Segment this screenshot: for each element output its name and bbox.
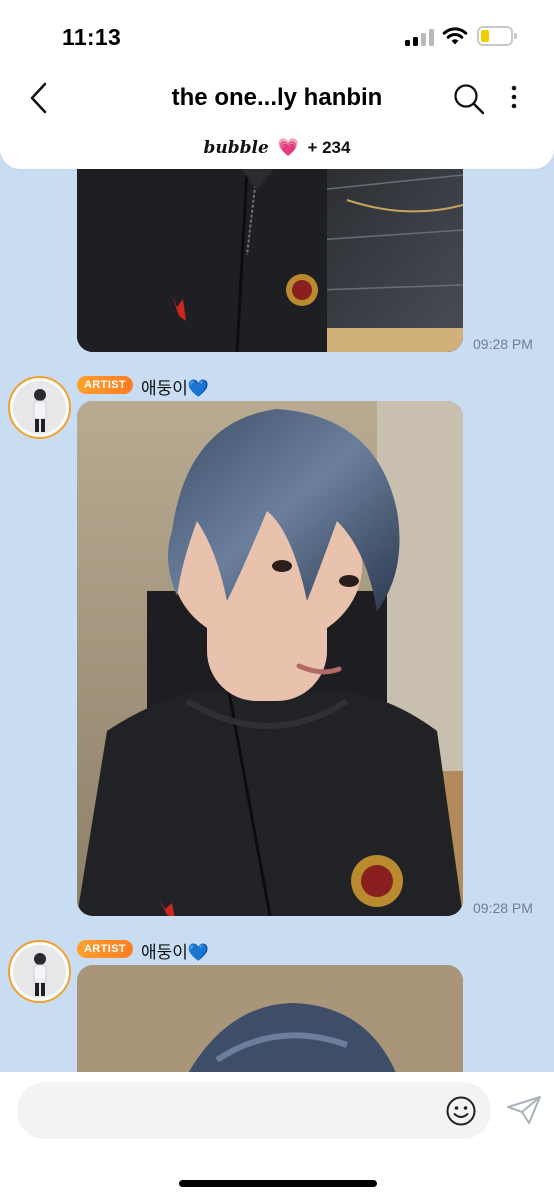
blue-heart-icon: 💙 <box>187 943 210 962</box>
blue-heart-icon: 💙 <box>187 379 210 398</box>
bubble-logo: bubble <box>203 138 269 158</box>
search-button[interactable] <box>452 82 486 116</box>
photo-image <box>77 150 463 352</box>
home-indicator <box>179 1180 377 1187</box>
status-bar: 11:13 <box>0 0 554 70</box>
more-vertical-icon <box>511 85 517 109</box>
emoji-icon <box>446 1096 476 1126</box>
chat-header: the one...ly hanbin bubble 💗 + 234 <box>0 70 554 169</box>
subscriber-count: + 234 <box>307 138 351 157</box>
avatar-image <box>13 945 66 998</box>
pink-heart-icon: 💗 <box>277 138 299 157</box>
more-options-button[interactable] <box>502 84 526 112</box>
chevron-left-icon <box>30 82 47 114</box>
message-photo[interactable] <box>77 965 463 1072</box>
send-button[interactable] <box>505 1094 543 1126</box>
status-time: 11:13 <box>62 24 122 50</box>
photo-image <box>77 401 463 916</box>
artist-avatar[interactable] <box>8 376 71 439</box>
emoji-button[interactable] <box>444 1094 478 1128</box>
artist-avatar[interactable] <box>8 940 71 1003</box>
artist-badge: ARTIST <box>77 940 133 958</box>
message-timestamp: 09:28 PM <box>473 336 533 352</box>
send-icon <box>507 1096 541 1124</box>
sender-name: 애둥이💙 <box>141 374 209 399</box>
search-icon <box>454 84 485 115</box>
sender-name-text: 애둥이 <box>141 943 188 962</box>
photo-image <box>77 965 463 1072</box>
message-photo[interactable] <box>77 150 463 352</box>
message-timestamp: 09:28 PM <box>473 900 533 916</box>
avatar-image <box>13 381 66 434</box>
sender-name: 애둥이💙 <box>141 938 209 963</box>
subscriber-info: bubble 💗 + 234 <box>0 138 554 158</box>
battery-icon <box>477 26 517 46</box>
cellular-signal-icon <box>405 29 435 46</box>
message-photo[interactable] <box>77 401 463 916</box>
message-composer <box>0 1072 554 1199</box>
back-button[interactable] <box>22 80 56 116</box>
chat-title: the one...ly hanbin <box>171 84 383 111</box>
wifi-icon <box>442 27 468 45</box>
artist-badge: ARTIST <box>77 376 133 394</box>
sender-name-text: 애둥이 <box>141 379 188 398</box>
message-input[interactable] <box>17 1082 491 1139</box>
